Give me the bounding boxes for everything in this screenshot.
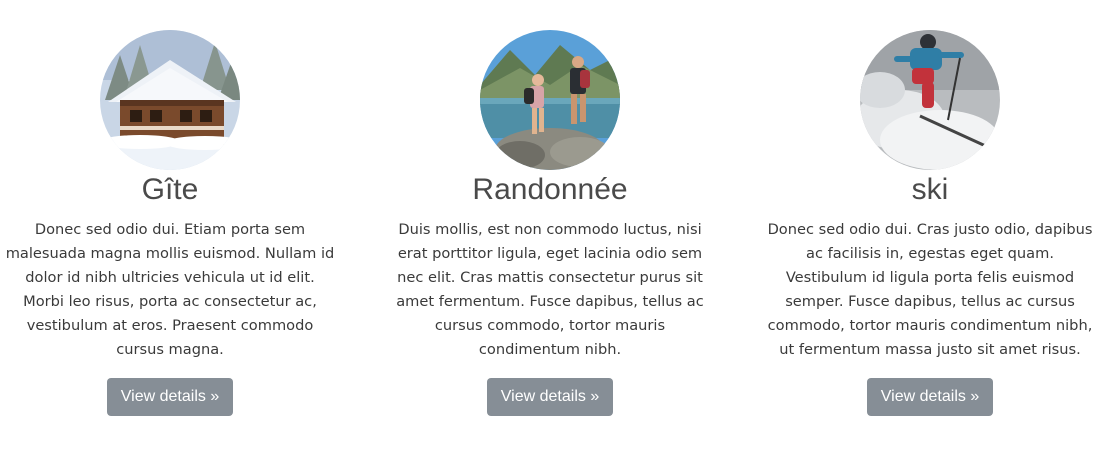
skier-photo-icon [860,30,1000,170]
card-title: Randonnée [472,173,628,206]
skier-image [860,30,1000,170]
card-randonnee: Randonnée Duis mollis, est non commodo l… [380,30,720,416]
card-text: Donec sed odio dui. Etiam porta sem male… [5,221,335,358]
hikers-image [480,30,620,170]
marketing-row: Gîte Donec sed odio dui. Etiam porta sem… [0,0,1117,461]
view-details-button[interactable]: View details » [486,378,614,416]
chalet-photo-icon [100,30,240,170]
card-title: ski [911,173,949,206]
hikers-photo-icon [480,30,620,170]
card-text: Duis mollis, est non commodo luctus, nis… [396,221,704,358]
view-details-button[interactable]: View details » [866,378,994,416]
view-details-button[interactable]: View details » [106,378,234,416]
card-ski: ski Donec sed odio dui. Cras justo odio,… [760,30,1100,416]
card-text: Donec sed odio dui. Cras justo odio, dap… [767,221,1093,358]
card-title: Gîte [141,173,199,206]
card-gite: Gîte Donec sed odio dui. Etiam porta sem… [0,30,340,416]
chalet-image [100,30,240,170]
